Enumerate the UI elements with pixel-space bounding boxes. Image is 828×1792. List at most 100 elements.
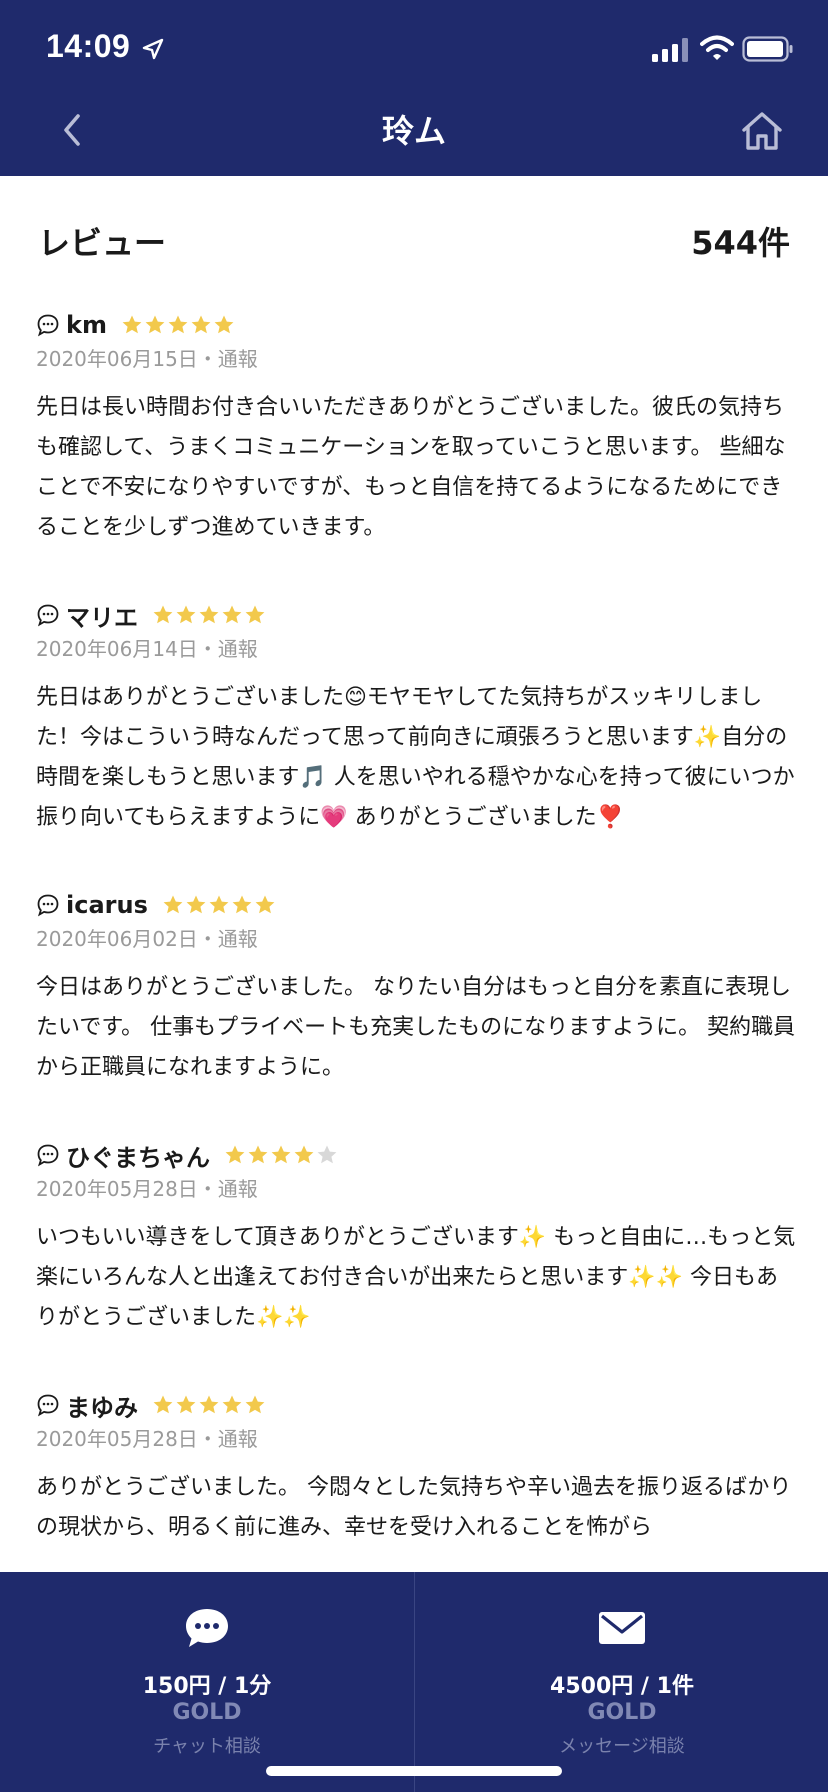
review-text: いつもいい導きをして頂きありがとうございます✨ もっと自由に…もっと気楽にいろん… [36,1225,796,1330]
nav-title: 玲ム [381,112,446,150]
star-filled-icon [176,1395,196,1414]
bottom-action-bar: 150円 / 1分 GOLD チャット相談 4500円 / 1件 GOLD メッ… [0,1572,828,1792]
comment-icon [37,1394,59,1417]
report-link[interactable]: 通報 [218,637,258,661]
review-item: km 2020年06月15日・通報 先日は長い時間お付き合いいただきありがとうご… [36,308,796,548]
report-link[interactable]: 通報 [218,347,258,371]
battery-icon [742,36,793,62]
reviewer-name: マリエ [66,603,138,632]
message-label: メッセージ相談 [559,1736,685,1757]
status-time: 14:09 [46,28,131,64]
review-meta: 2020年06月14日・通報 [36,634,796,664]
review-item: ひぐまちゃん 2020年05月28日・通報 いつもいい導きをして頂きありがとうご… [36,1138,796,1338]
star-filled-icon [222,605,242,624]
star-filled-icon [176,605,196,624]
reviewer-name: ひぐまちゃん [66,1143,210,1172]
star-filled-icon [209,895,229,914]
review-item: マリエ 2020年06月14日・通報 先日はありがとうございました😊モヤモヤして… [36,598,796,838]
location-arrow-icon [142,38,164,60]
report-link[interactable]: 通報 [218,927,258,951]
review-text: ありがとうございました。 今悶々とした気持ちや辛い過去を振り返るばかりの現状から… [36,1475,792,1540]
review-section-header: レビュー 544件 [38,218,790,262]
meta-separator: ・ [197,927,218,951]
back-chevron-icon[interactable] [54,108,94,152]
star-filled-icon [163,895,183,914]
star-filled-icon [294,1145,314,1164]
section-title: レビュー [38,224,167,262]
review-meta: 2020年05月28日・通報 [36,1174,796,1204]
star-filled-icon [168,315,188,334]
comment-icon [37,1144,59,1167]
app-header: 14:09 玲ム [0,0,828,176]
review-item: まゆみ 2020年05月28日・通報 ありがとうございました。 今悶々とした気持… [36,1388,796,1548]
star-filled-icon [153,1395,173,1414]
review-item: icarus 2020年06月02日・通報 今日はありがとうございました。 なり… [36,888,796,1088]
review-date: 2020年06月02日 [36,927,198,951]
meta-separator: ・ [197,347,218,371]
wifi-icon [700,35,734,60]
review-count: 544件 [691,224,790,262]
chat-consult-button[interactable]: 150円 / 1分 GOLD チャット相談 [0,1572,414,1792]
review-list: km 2020年06月15日・通報 先日は長い時間お付き合いいただきありがとうご… [36,308,796,1572]
review-text: 先日はありがとうございました😊モヤモヤしてた気持ちがスッキリしました！今はこうい… [36,685,795,830]
rating-stars [224,1144,339,1166]
review-date: 2020年05月28日 [36,1427,198,1451]
review-header: マリエ [36,598,796,632]
review-date: 2020年06月15日 [36,347,198,371]
report-link[interactable]: 通報 [218,1427,258,1451]
star-filled-icon [245,605,265,624]
chat-price: 150円 / 1分 [142,1674,272,1699]
review-text: 先日は長い時間お付き合いいただきありがとうございました。彼氏の気持ちも確認して、… [36,395,786,540]
review-header: km [36,308,796,342]
star-filled-icon [191,315,211,334]
rating-stars [121,314,236,336]
review-meta: 2020年05月28日・通報 [36,1424,796,1454]
review-text: 今日はありがとうございました。 なりたい自分はもっと自分を素直に表現したいです。… [36,975,796,1080]
star-filled-icon [225,1145,245,1164]
message-tier: GOLD [587,1700,657,1725]
home-icon[interactable] [738,108,786,154]
star-filled-icon [186,895,206,914]
cellular-signal-icon [652,38,688,62]
star-filled-icon [199,1395,219,1414]
home-indicator[interactable] [266,1766,562,1776]
star-filled-icon [153,605,173,624]
message-price: 4500円 / 1件 [550,1674,694,1699]
review-meta: 2020年06月02日・通報 [36,924,796,954]
status-bar: 14:09 [0,0,828,96]
star-filled-icon [255,895,275,914]
star-filled-icon [232,895,252,914]
star-filled-icon [122,315,142,334]
report-link[interactable]: 通報 [218,1177,258,1201]
star-filled-icon [214,315,234,334]
comment-icon [37,604,59,627]
rating-stars [152,604,267,626]
star-filled-icon [245,1395,265,1414]
envelope-icon [599,1612,645,1644]
rating-stars [152,1394,267,1416]
comment-icon [37,894,59,917]
review-date: 2020年06月14日 [36,637,198,661]
rating-stars [162,894,277,916]
message-consult-button[interactable]: 4500円 / 1件 GOLD メッセージ相談 [414,1572,828,1792]
meta-separator: ・ [197,637,218,661]
chat-label: チャット相談 [153,1736,261,1757]
reviewer-name: km [66,311,107,339]
review-date: 2020年05月28日 [36,1177,198,1201]
star-filled-icon [271,1145,291,1164]
star-filled-icon [222,1395,242,1414]
star-filled-icon [145,315,165,334]
star-empty-icon [317,1145,337,1164]
review-meta: 2020年06月15日・通報 [36,344,796,374]
chat-bubble-icon [186,1609,228,1647]
meta-separator: ・ [197,1177,218,1201]
star-filled-icon [199,605,219,624]
comment-icon [37,314,59,337]
reviewer-name: まゆみ [66,1393,138,1422]
review-header: まゆみ [36,1388,796,1422]
review-content[interactable]: レビュー 544件 km 2020年06月15日・通報 先日は長い時間お付き合い… [0,176,828,1572]
star-filled-icon [248,1145,268,1164]
reviewer-name: icarus [66,891,148,919]
review-header: ひぐまちゃん [36,1138,796,1172]
review-header: icarus [36,888,796,922]
